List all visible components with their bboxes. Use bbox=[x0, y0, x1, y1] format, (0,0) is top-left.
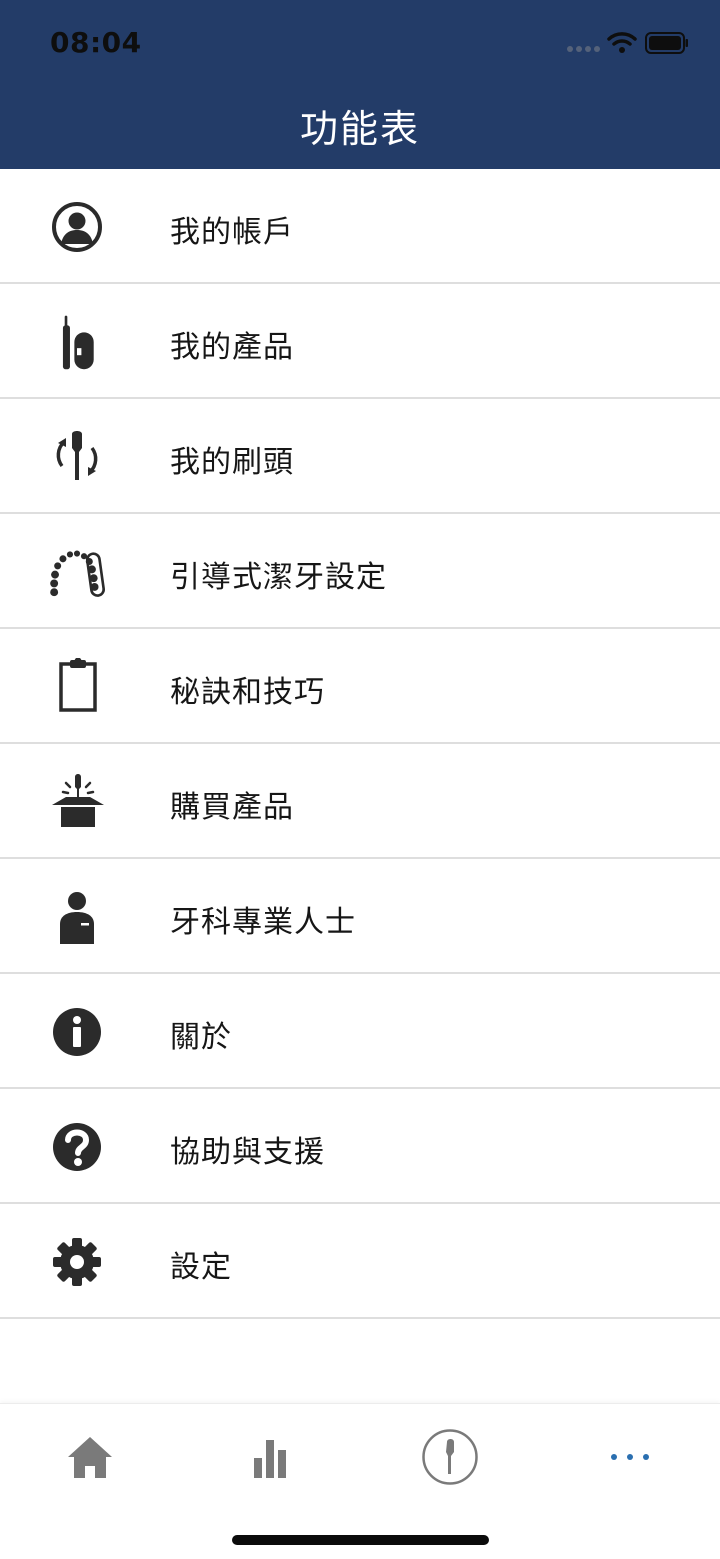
app-header: 08:04 功能表 bbox=[0, 0, 720, 169]
menu-item-help[interactable]: 協助與支援 bbox=[0, 1089, 720, 1204]
tab-bar bbox=[0, 1403, 720, 1559]
menu-list: 我的帳戶 我的產品 我的刷頭 引導式潔牙設定 秘訣和技巧 購買產品 牙科專業人士… bbox=[0, 169, 720, 1319]
menu-item-tips[interactable]: 秘訣和技巧 bbox=[0, 629, 720, 744]
toothbrush-product-icon bbox=[44, 313, 110, 371]
menu-item-about[interactable]: 關於 bbox=[0, 974, 720, 1089]
tab-more[interactable] bbox=[580, 1422, 680, 1492]
more-icon bbox=[611, 1454, 649, 1460]
menu-item-label: 秘訣和技巧 bbox=[170, 675, 325, 710]
page-title: 功能表 bbox=[299, 107, 420, 151]
battery-icon bbox=[645, 32, 688, 54]
wifi-icon bbox=[607, 32, 637, 53]
cellular-signal-icon bbox=[567, 46, 600, 52]
account-icon bbox=[44, 198, 110, 256]
menu-item-label: 關於 bbox=[170, 1020, 232, 1055]
tab-stats[interactable] bbox=[220, 1422, 320, 1492]
tab-home[interactable] bbox=[40, 1422, 140, 1492]
menu-item-label: 牙科專業人士 bbox=[170, 905, 356, 940]
menu-item-products[interactable]: 我的產品 bbox=[0, 284, 720, 399]
menu-item-label: 購買產品 bbox=[170, 790, 294, 825]
menu-item-brush-heads[interactable]: 我的刷頭 bbox=[0, 399, 720, 514]
menu-item-label: 我的產品 bbox=[170, 330, 294, 365]
menu-item-label: 設定 bbox=[170, 1250, 232, 1285]
info-icon bbox=[44, 1003, 110, 1061]
menu-item-label: 我的刷頭 bbox=[170, 445, 294, 480]
dental-professional-icon bbox=[44, 888, 110, 946]
stats-icon bbox=[254, 1440, 286, 1478]
help-icon bbox=[44, 1118, 110, 1176]
status-time: 08:04 bbox=[50, 26, 142, 59]
home-indicator bbox=[232, 1535, 489, 1545]
menu-item-account[interactable]: 我的帳戶 bbox=[0, 169, 720, 284]
gear-icon bbox=[44, 1233, 110, 1291]
product-box-icon bbox=[44, 773, 110, 831]
toothbrush-icon bbox=[422, 1429, 478, 1485]
menu-item-dental-professional[interactable]: 牙科專業人士 bbox=[0, 859, 720, 974]
menu-item-shop[interactable]: 購買產品 bbox=[0, 744, 720, 859]
tab-toothbrush[interactable] bbox=[400, 1422, 500, 1492]
menu-item-label: 引導式潔牙設定 bbox=[170, 560, 387, 595]
menu-item-settings[interactable]: 設定 bbox=[0, 1204, 720, 1319]
teeth-arch-icon bbox=[44, 543, 110, 601]
menu-item-guided-brushing[interactable]: 引導式潔牙設定 bbox=[0, 514, 720, 629]
brush-head-replace-icon bbox=[44, 428, 110, 486]
menu-item-label: 協助與支援 bbox=[170, 1135, 325, 1170]
home-icon bbox=[68, 1437, 112, 1478]
clipboard-icon bbox=[44, 658, 110, 716]
menu-item-label: 我的帳戶 bbox=[170, 215, 294, 250]
